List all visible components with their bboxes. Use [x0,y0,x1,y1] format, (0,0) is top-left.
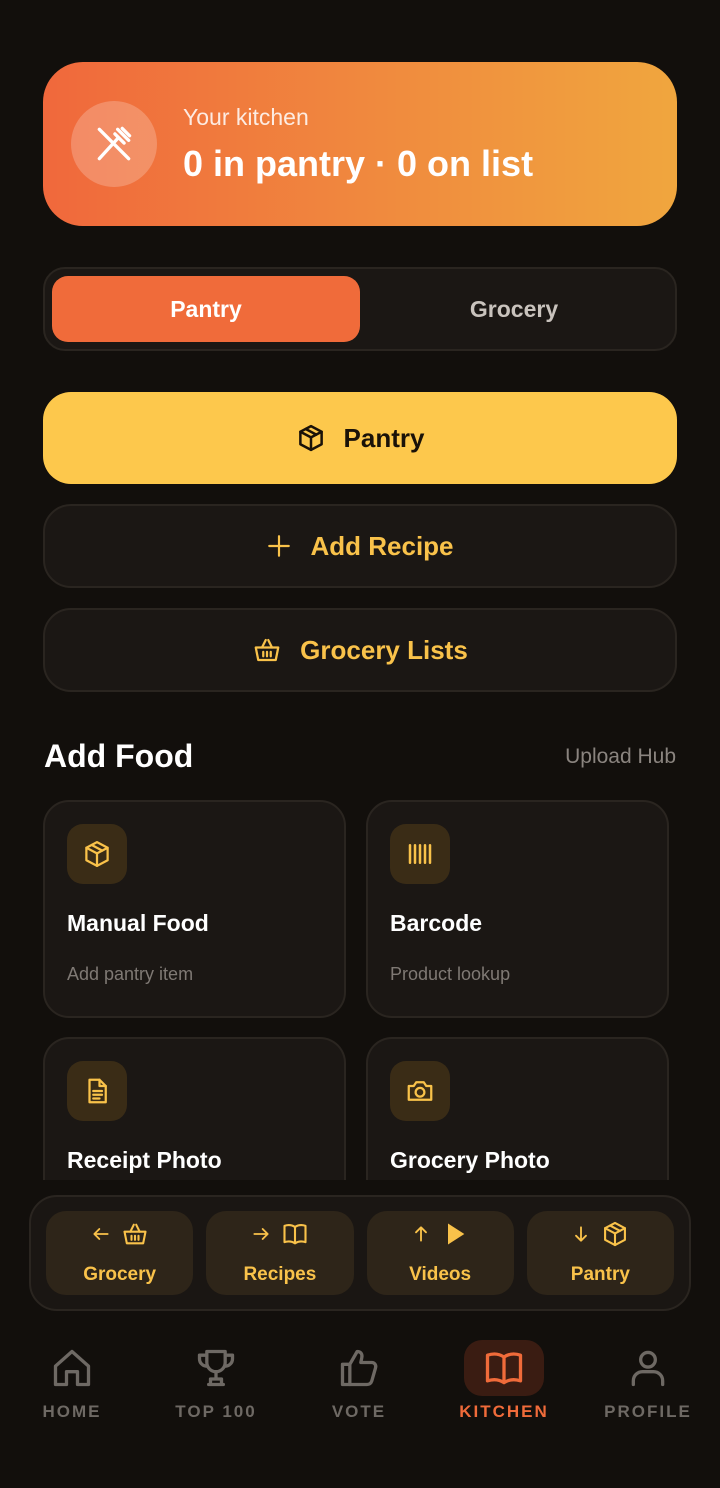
box-icon [296,423,326,453]
manual-food-card[interactable]: Manual Food Add pantry item [43,800,346,1018]
receipt-photo-title: Receipt Photo [67,1147,222,1173]
receipt-icon [67,1061,127,1121]
add-food-title: Add Food [44,738,194,774]
nav-kitchen[interactable]: KITCHEN [439,1340,569,1422]
pantry-button-label: Pantry [343,422,425,453]
plus-icon [266,533,292,559]
trophy-icon [194,1346,238,1390]
nav-profile-label: PROFILE [604,1402,692,1421]
quick-pantry-label: Pantry [570,1264,630,1285]
quick-recipes-button[interactable]: Recipes [206,1211,354,1295]
nav-vote[interactable]: VOTE [294,1340,424,1422]
bottom-nav: HOME TOP 100 VOTE KITCHEN PROFILE [0,1340,720,1440]
arrow-left-icon [91,1224,111,1244]
nav-profile[interactable]: PROFILE [583,1340,713,1422]
grocery-lists-button[interactable]: Grocery Lists [43,608,677,692]
add-recipe-label: Add Recipe [310,530,454,561]
kitchen-summary-card: Your kitchen 0 in pantry · 0 on list [43,62,677,226]
pantry-button[interactable]: Pantry [43,392,677,484]
kitchen-subtitle: Your kitchen [183,103,309,130]
barcode-title: Barcode [390,910,483,936]
nav-top-100[interactable]: TOP 100 [151,1340,281,1422]
quick-pantry-button[interactable]: Pantry [526,1211,674,1295]
basket-icon [252,635,282,665]
add-recipe-button[interactable]: Add Recipe [43,504,677,588]
nav-kitchen-label: KITCHEN [459,1402,549,1421]
manual-food-title: Manual Food [67,910,209,936]
quick-videos-label: Videos [409,1264,472,1285]
quick-grocery-button[interactable]: Grocery [46,1211,194,1295]
quick-recipes-label: Recipes [243,1264,317,1285]
user-icon [626,1346,670,1390]
kitchen-summary-text: 0 in pantry · 0 on list [183,142,534,184]
camera-icon [390,1061,450,1121]
book-icon [281,1220,309,1248]
barcode-subtitle: Product lookup [390,964,511,984]
quick-actions-strip: Grocery Recipes Videos Pantry [29,1195,691,1311]
basket-icon [121,1220,149,1248]
play-icon [441,1220,469,1248]
utensils-crossed-icon [71,101,157,187]
home-icon [50,1346,94,1390]
tab-grocery[interactable]: Grocery [360,276,668,342]
arrow-up-icon [411,1224,431,1244]
nav-vote-label: VOTE [331,1402,387,1421]
quick-videos-button[interactable]: Videos [366,1211,514,1295]
pantry-grocery-toggle: Pantry Grocery [43,267,677,351]
manual-food-subtitle: Add pantry item [67,964,194,984]
box-icon [601,1220,629,1248]
book-icon [482,1346,526,1390]
quick-grocery-label: Grocery [83,1264,157,1285]
barcode-icon [390,824,450,884]
grocery-photo-card[interactable]: Grocery Photo [366,1037,669,1180]
box-icon [67,824,127,884]
nav-top-100-label: TOP 100 [175,1402,257,1421]
barcode-card[interactable]: Barcode Product lookup [366,800,669,1018]
nav-home-label: HOME [42,1402,102,1421]
tab-pantry[interactable]: Pantry [52,276,360,342]
upload-hub-link[interactable]: Upload Hub [565,745,676,769]
receipt-photo-card[interactable]: Receipt Photo [43,1037,346,1180]
arrow-right-icon [251,1224,271,1244]
grocery-photo-title: Grocery Photo [390,1147,550,1173]
arrow-down-icon [571,1224,591,1244]
grocery-lists-label: Grocery Lists [300,634,468,665]
thumbs-up-icon [337,1346,381,1390]
nav-home[interactable]: HOME [7,1340,137,1422]
